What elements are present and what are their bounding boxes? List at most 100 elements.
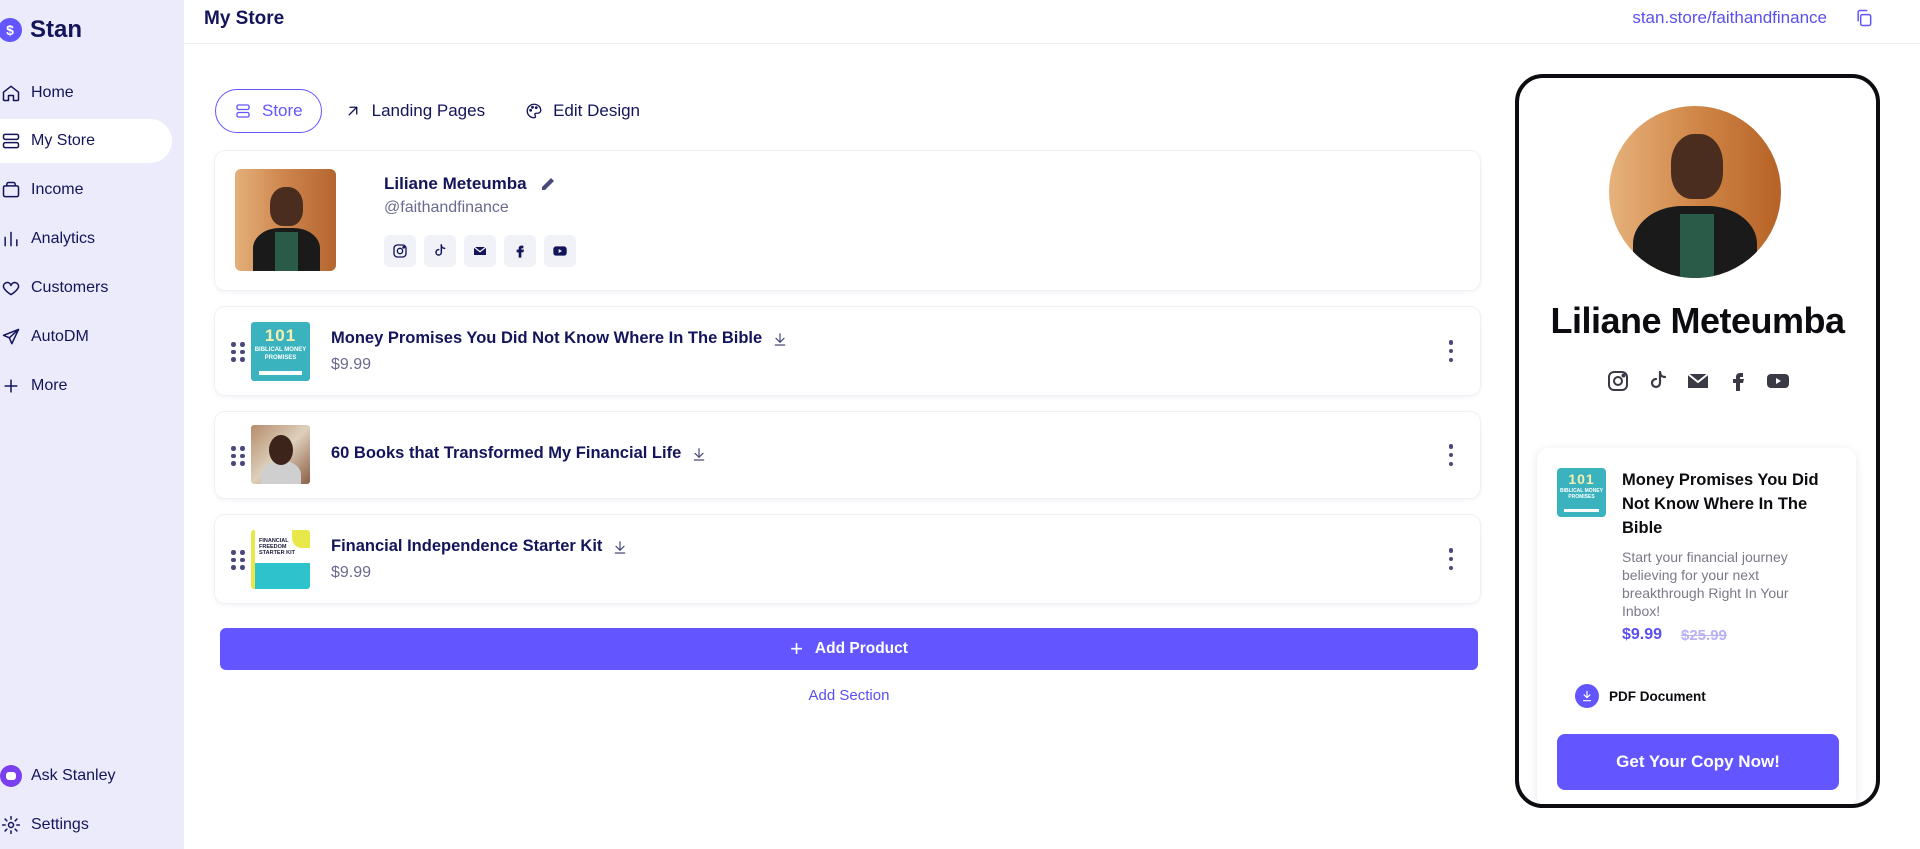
add-section-link[interactable]: Add Section — [220, 687, 1478, 704]
sidebar-item-label: AutoDM — [31, 328, 89, 345]
facebook-icon[interactable] — [504, 235, 536, 267]
drag-handle-icon[interactable] — [231, 342, 245, 362]
copy-icon[interactable] — [1854, 8, 1874, 28]
preview-social-links — [1519, 368, 1876, 394]
product-title: Money Promises You Did Not Know Where In… — [331, 329, 763, 347]
preview-avatar — [1609, 106, 1781, 278]
tiktok-icon[interactable] — [424, 235, 456, 267]
product-thumbnail — [251, 425, 310, 484]
get-copy-button[interactable]: Get Your Copy Now! — [1557, 734, 1839, 790]
preview-product-card[interactable]: 101 BIBLICAL MONEY PROMISES Money Promis… — [1537, 448, 1856, 804]
youtube-icon[interactable] — [1765, 368, 1791, 394]
sidebar-item-income[interactable]: Income — [0, 168, 172, 212]
preview-product-title: Money Promises You Did Not Know Where In… — [1622, 471, 1819, 537]
avatar — [235, 169, 336, 271]
mail-icon[interactable] — [1685, 368, 1711, 394]
add-product-button[interactable]: + Add Product — [220, 628, 1478, 670]
send-icon — [0, 326, 22, 348]
phone-preview: Liliane Meteumba 101 BIBLICAL MONEY PROM… — [1515, 74, 1880, 808]
mail-icon[interactable] — [464, 235, 496, 267]
page-title: My Store — [204, 8, 285, 29]
tab-label: Store — [262, 101, 303, 120]
product-thumbnail: FINANCIAL FREEDOM STARTER KIT — [251, 530, 310, 589]
sidebar-item-my-store[interactable]: My Store — [0, 119, 172, 163]
product-title-row: Money Promises You Did Not Know Where In… — [331, 329, 788, 348]
more-options-icon[interactable] — [1448, 340, 1454, 362]
thumb-number: 101 — [1568, 471, 1595, 487]
tab-landing-pages[interactable]: Landing Pages — [326, 89, 503, 133]
thumb-caption: BIBLICAL MONEY PROMISES — [1560, 488, 1603, 500]
store-url-link[interactable]: stan.store/faithandfinance — [1632, 8, 1827, 28]
thumb-caption: FINANCIAL FREEDOM STARTER KIT — [259, 538, 295, 556]
sidebar-item-label: Income — [31, 181, 84, 198]
thumb-caption: BIBLICAL MONEY PROMISES — [254, 347, 307, 361]
instagram-icon[interactable] — [384, 235, 416, 267]
sidebar-item-customers[interactable]: Customers — [0, 266, 172, 310]
sidebar-item-ask-stanley[interactable]: Ask Stanley — [0, 754, 172, 798]
sidebar-item-home[interactable]: Home — [0, 71, 172, 115]
sidebar: $ Stan Home My Store Income Analytics Cu… — [0, 0, 184, 849]
logo-badge: $ — [0, 18, 22, 42]
thumb-number: 101 — [264, 326, 297, 345]
sidebar-item-label: Ask Stanley — [31, 767, 116, 784]
sidebar-item-more[interactable]: More — [0, 364, 172, 408]
product-card[interactable]: 101 BIBLICAL MONEY PROMISES Money Promis… — [215, 307, 1480, 395]
plus-icon: + — [790, 636, 803, 661]
product-price: $9.99 — [331, 356, 372, 373]
sidebar-item-label: Home — [31, 84, 74, 101]
store-tabs: Store Landing Pages Edit Design — [215, 89, 662, 133]
sidebar-item-settings[interactable]: Settings — [0, 803, 172, 847]
drag-handle-icon[interactable] — [231, 550, 245, 570]
sidebar-item-label: Analytics — [31, 230, 96, 247]
product-card[interactable]: 60 Books that Transformed My Financial L… — [215, 412, 1480, 498]
logo-text: Stan — [30, 16, 83, 43]
pencil-icon[interactable] — [539, 175, 557, 193]
drag-handle-icon[interactable] — [231, 446, 245, 466]
preview-product-price: $9.99 — [1622, 626, 1663, 643]
sidebar-item-analytics[interactable]: Analytics — [0, 217, 172, 261]
heart-icon — [0, 277, 22, 299]
sidebar-item-label: More — [31, 377, 68, 394]
sidebar-item-label: Settings — [31, 816, 89, 833]
top-bar: My Store stan.store/faithandfinance — [184, 0, 1920, 44]
product-thumbnail: 101 BIBLICAL MONEY PROMISES — [251, 322, 310, 381]
bar-chart-icon — [0, 228, 22, 250]
facebook-icon[interactable] — [1725, 368, 1751, 394]
stanley-icon — [0, 765, 22, 787]
tab-label: Edit Design — [553, 101, 641, 120]
tab-edit-design[interactable]: Edit Design — [507, 89, 658, 133]
gear-icon — [0, 814, 22, 836]
product-type-label: PDF Document — [1609, 688, 1706, 704]
social-links — [384, 235, 584, 267]
profile-handle: @faithandfinance — [384, 199, 509, 216]
arrow-up-right-icon — [348, 106, 358, 116]
product-title: Financial Independence Starter Kit — [331, 537, 603, 555]
product-card[interactable]: FINANCIAL FREEDOM STARTER KIT Financial … — [215, 515, 1480, 603]
logo[interactable]: $ Stan — [0, 16, 82, 44]
home-icon — [0, 82, 22, 104]
preview-product-type: PDF Document — [1575, 684, 1706, 708]
download-icon — [1575, 684, 1599, 708]
preview-name: Liliane Meteumba — [1550, 300, 1845, 341]
profile-name: Liliane Meteumba — [384, 174, 527, 193]
wallet-icon — [0, 179, 22, 201]
store-icon — [0, 130, 22, 152]
palette-icon — [526, 103, 542, 119]
instagram-icon[interactable] — [1605, 368, 1631, 394]
tab-label: Landing Pages — [371, 101, 486, 120]
product-price: $9.99 — [331, 564, 372, 581]
sidebar-item-label: My Store — [31, 132, 96, 149]
sidebar-item-label: Customers — [31, 279, 109, 296]
sidebar-item-autodm[interactable]: AutoDM — [0, 315, 172, 359]
tab-store[interactable]: Store — [215, 89, 322, 133]
download-icon — [693, 447, 705, 461]
profile-name-row: Liliane Meteumba — [384, 174, 557, 194]
youtube-icon[interactable] — [544, 235, 576, 267]
preview-product-description: Start your financial journey believing f… — [1622, 549, 1789, 619]
more-options-icon[interactable] — [1448, 444, 1454, 466]
more-options-icon[interactable] — [1448, 548, 1454, 570]
download-icon — [774, 332, 786, 346]
tiktok-icon[interactable] — [1645, 368, 1671, 394]
download-icon — [615, 540, 626, 554]
profile-card[interactable]: Liliane Meteumba @faithandfinance — [215, 151, 1480, 290]
